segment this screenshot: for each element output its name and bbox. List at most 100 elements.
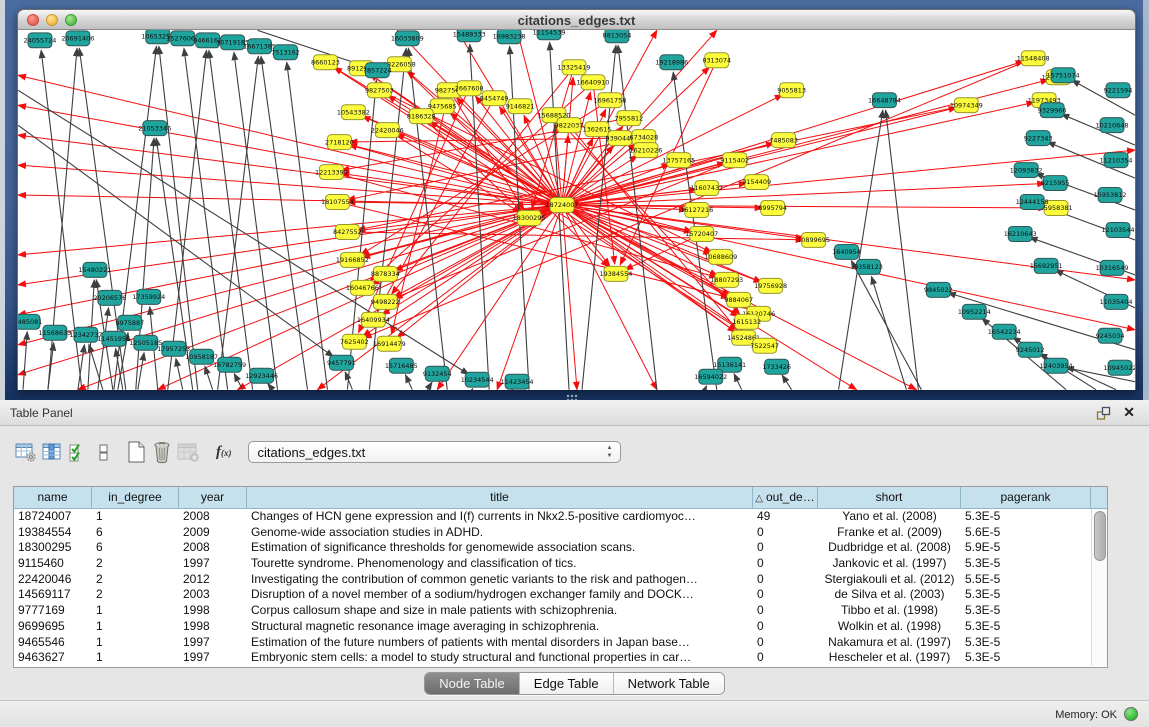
citation-edge[interactable]: [268, 384, 273, 390]
column-header-out_de[interactable]: △out_de…: [753, 487, 818, 508]
citation-edge[interactable]: [287, 62, 328, 389]
cell-title[interactable]: Corpus callosum shape and size in male p…: [247, 603, 753, 619]
graph-node[interactable]: 9115402: [720, 153, 749, 168]
column-header-in_degree[interactable]: in_degree: [92, 487, 179, 508]
cell-title[interactable]: Disruption of a novel member of a sodium…: [247, 587, 753, 603]
graph-node[interactable]: 13757165: [662, 153, 695, 168]
cell-out_de[interactable]: 0: [753, 540, 818, 556]
citation-edge[interactable]: [176, 359, 183, 390]
graph-node[interactable]: 9132454: [423, 366, 452, 381]
cell-name[interactable]: 9777169: [14, 603, 92, 619]
graph-node[interactable]: 10316549: [1096, 260, 1129, 275]
citation-edge[interactable]: [871, 276, 906, 389]
cell-name[interactable]: 14569117: [14, 587, 92, 603]
graph-node[interactable]: 9358123: [854, 259, 883, 274]
memory-ok-indicator[interactable]: [1124, 707, 1138, 721]
cell-year[interactable]: 1997: [179, 556, 247, 572]
table-row[interactable]: 969969511998Structural magnetic resonanc…: [14, 619, 1107, 635]
graph-node[interactable]: 9457791: [327, 355, 356, 370]
cell-in_degree[interactable]: 1: [92, 635, 179, 651]
graph-node[interactable]: 8454749: [480, 91, 509, 106]
table-row[interactable]: 1456911722003Disruption of a novel membe…: [14, 587, 1107, 603]
table-row[interactable]: 2242004622012Investigating the contribut…: [14, 572, 1107, 588]
graph-node[interactable]: 10234544: [461, 372, 494, 387]
graph-node[interactable]: 9227343: [1024, 131, 1053, 146]
cell-in_degree[interactable]: 2: [92, 587, 179, 603]
table-row[interactable]: 1872400712008Changes of HCN gene express…: [14, 509, 1107, 525]
graph-node[interactable]: 12093832: [1010, 163, 1043, 178]
graph-node[interactable]: 19384554: [599, 266, 632, 281]
graph-node[interactable]: 2718120: [325, 135, 354, 150]
cell-year[interactable]: 2008: [179, 509, 247, 525]
cell-year[interactable]: 2008: [179, 540, 247, 556]
cell-short[interactable]: Nakamura et al. (1997): [818, 635, 961, 651]
citation-edge[interactable]: [234, 52, 278, 389]
column-header-name[interactable]: name: [14, 487, 92, 508]
network-window-titlebar[interactable]: citations_edges.txt: [17, 9, 1136, 30]
citation-edge[interactable]: [472, 389, 473, 390]
cell-pagerank[interactable]: 5.3E-5: [961, 650, 1091, 666]
citation-edge[interactable]: [234, 374, 242, 390]
function-builder-icon[interactable]: f(x): [216, 444, 232, 461]
graph-node[interactable]: 16127216: [680, 203, 713, 218]
graph-node[interactable]: 12103544: [1102, 222, 1135, 237]
cell-out_de[interactable]: 0: [753, 572, 818, 588]
cell-year[interactable]: 1997: [179, 650, 247, 666]
change-table-mode-icon[interactable]: [14, 439, 38, 465]
graph-node[interactable]: 8215955: [1041, 176, 1070, 191]
graph-node[interactable]: 9884067: [724, 292, 753, 307]
graph-node[interactable]: 7485083: [769, 133, 798, 148]
graph-node[interactable]: 11607437: [690, 181, 723, 196]
citation-edge[interactable]: [168, 50, 207, 389]
graph-node[interactable]: 7485081: [17, 314, 42, 329]
table-row[interactable]: 977716911998Corpus callosum shape and si…: [14, 603, 1107, 619]
table-row[interactable]: 911546021997Tourette syndrome. Phenomeno…: [14, 556, 1107, 572]
cell-in_degree[interactable]: 1: [92, 650, 179, 666]
graph-node[interactable]: 15953812: [1094, 188, 1127, 203]
graph-node[interactable]: 16033809: [391, 31, 424, 46]
graph-node[interactable]: 9845022: [924, 282, 953, 297]
column-header-title[interactable]: title: [247, 487, 753, 508]
create-table-icon[interactable]: [124, 439, 148, 465]
graph-node[interactable]: 12923446: [245, 368, 278, 383]
graph-node[interactable]: 16046766: [346, 280, 379, 295]
citation-edge[interactable]: [209, 50, 253, 389]
graph-node[interactable]: 9498222: [371, 294, 400, 309]
cell-title[interactable]: Tourette syndrome. Phenomenology and cla…: [247, 556, 753, 572]
graph-node[interactable]: 9329966: [1038, 103, 1067, 118]
cell-name[interactable]: 18300295: [14, 540, 92, 556]
graph-node[interactable]: 10688609: [704, 249, 737, 264]
citation-edge[interactable]: [159, 46, 198, 389]
table-row[interactable]: 946362711997Embryonic stem cells: a mode…: [14, 650, 1107, 666]
cell-name[interactable]: 18724007: [14, 509, 92, 525]
table-vertical-scrollbar[interactable]: [1091, 509, 1107, 666]
cell-out_de[interactable]: 0: [753, 587, 818, 603]
graph-node[interactable]: 10974349: [950, 98, 983, 113]
cell-name[interactable]: 9465546: [14, 635, 92, 651]
cell-in_degree[interactable]: 1: [92, 619, 179, 635]
scrollbar-thumb[interactable]: [1094, 511, 1106, 561]
graph-node[interactable]: 16648784: [868, 93, 901, 108]
cell-name[interactable]: 22420046: [14, 572, 92, 588]
cell-in_degree[interactable]: 2: [92, 556, 179, 572]
graph-node[interactable]: 18107554: [321, 195, 354, 210]
show-columns-icon[interactable]: [40, 439, 64, 465]
cell-name[interactable]: 19384554: [14, 525, 92, 541]
cell-year[interactable]: 1998: [179, 603, 247, 619]
cell-name[interactable]: 9463627: [14, 650, 92, 666]
graph-node[interactable]: 15751074: [1047, 68, 1080, 83]
cell-pagerank[interactable]: 5.3E-5: [961, 603, 1091, 619]
graph-node[interactable]: 10543382: [337, 105, 370, 120]
citation-edge[interactable]: [405, 375, 412, 390]
graph-node[interactable]: 20691406: [61, 31, 94, 46]
graph-node[interactable]: 16914479: [373, 336, 406, 351]
citation-edge[interactable]: [205, 366, 213, 389]
graph-node[interactable]: 7857224: [363, 63, 392, 78]
graph-node[interactable]: 22420046: [371, 123, 404, 138]
graph-node[interactable]: 7513162: [271, 45, 300, 60]
table-source-dropdown[interactable]: citations_edges.txt ▲▼: [248, 441, 621, 463]
citation-edge[interactable]: [705, 386, 707, 390]
graph-node[interactable]: 16983238: [493, 30, 526, 44]
graph-node[interactable]: 7625402: [340, 334, 369, 349]
citation-edge[interactable]: [218, 56, 259, 389]
